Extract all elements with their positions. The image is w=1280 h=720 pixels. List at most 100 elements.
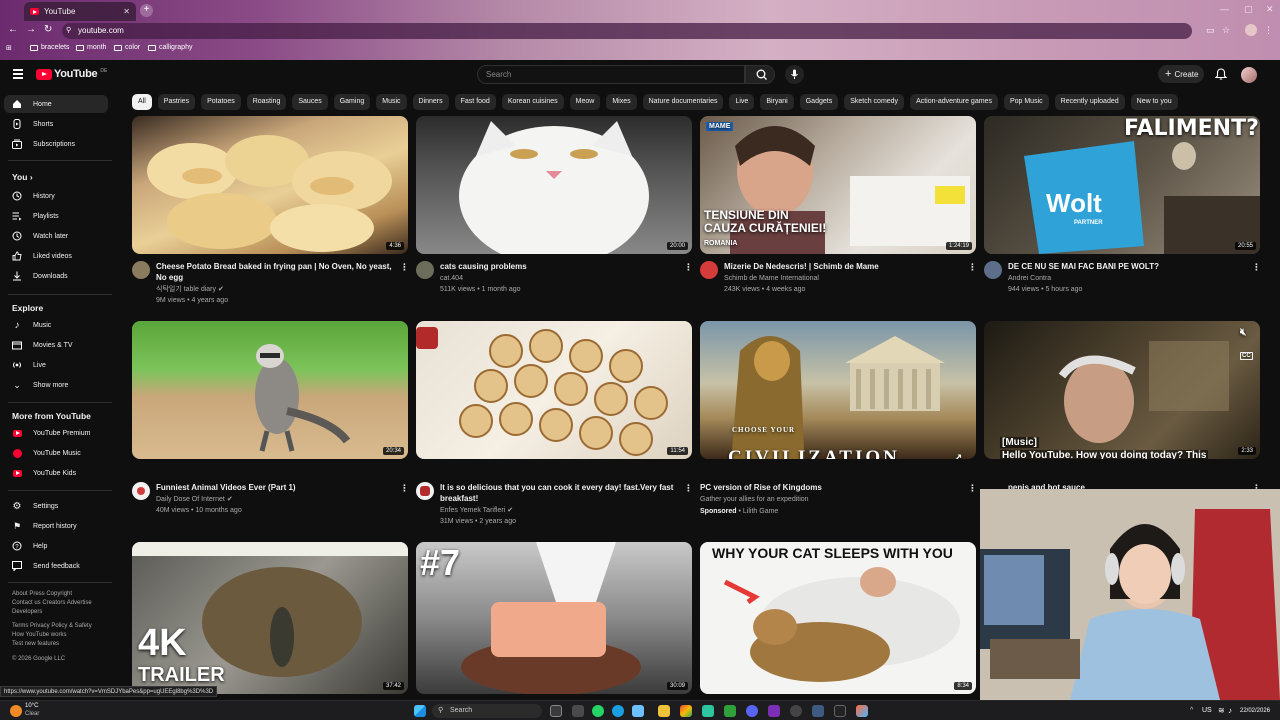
terminal-icon[interactable] (834, 705, 846, 717)
sidebar-item-liked[interactable]: Liked videos (4, 247, 108, 265)
new-tab-button[interactable]: + (140, 4, 153, 17)
video-thumbnail[interactable]: 4K TRAILER 37:42 (132, 542, 408, 694)
bookmark-color[interactable]: color (114, 44, 140, 51)
menu-icon[interactable] (13, 69, 23, 79)
notifications-bell-icon[interactable] (1214, 67, 1228, 81)
bookmark-bracelets[interactable]: bracelets (30, 44, 69, 51)
video-title[interactable]: cats causing problems (440, 261, 676, 272)
sidebar-item-shorts[interactable]: Shorts (4, 115, 108, 133)
filter-chip[interactable]: Meow (569, 94, 601, 110)
apps-grid-icon[interactable]: ⊞ (6, 44, 12, 52)
channel-name[interactable]: Daily Dose Of Internet ✔ (156, 494, 392, 505)
channel-name[interactable]: 식탁일기 table diary ✔ (156, 284, 392, 295)
filter-chip[interactable]: Gadgets (799, 94, 839, 110)
clock-date[interactable]: 22/02/2026 (1240, 708, 1270, 714)
more-options-icon[interactable]: ⋮ (684, 483, 693, 494)
wifi-icon[interactable]: ≋ (1218, 706, 1225, 715)
url-field[interactable]: ⚲ youtube.com (62, 23, 1192, 39)
video-title[interactable]: Funniest Animal Videos Ever (Part 1) (156, 482, 392, 493)
bookmark-star-icon[interactable]: ☆ (1222, 25, 1230, 36)
ad-title[interactable]: PC version of Rise of Kingdoms (700, 482, 936, 493)
forward-icon[interactable]: → (26, 24, 36, 35)
sidebar-item-history[interactable]: History (4, 187, 108, 205)
sidebar-item-report-history[interactable]: ⚑ Report history (4, 517, 108, 535)
create-button[interactable]: + Create (1158, 65, 1204, 83)
volume-icon[interactable]: ♪ (1228, 706, 1232, 715)
sidebar-item-feedback[interactable]: Send feedback (4, 557, 108, 575)
minimize-icon[interactable]: — (1220, 4, 1229, 14)
edge-icon[interactable] (612, 705, 624, 717)
external-link-icon[interactable]: ↗ (954, 453, 962, 459)
filter-chip[interactable]: Sauces (292, 94, 328, 110)
browser-profile-avatar[interactable] (1245, 24, 1257, 36)
more-options-icon[interactable]: ⋮ (968, 262, 977, 273)
chrome-icon[interactable] (680, 705, 692, 717)
more-options-icon[interactable]: ⋮ (400, 262, 409, 273)
video-preview-player[interactable]: 🔇︎ CC [Music] Hello YouTube. How you doi… (984, 321, 1260, 459)
steam-icon[interactable] (812, 705, 824, 717)
xbox-icon[interactable] (724, 705, 736, 717)
search-button[interactable] (745, 65, 775, 84)
filter-chip[interactable]: Korean cuisines (501, 94, 564, 110)
bookmark-month[interactable]: month (76, 44, 106, 51)
app-icon[interactable] (856, 705, 868, 717)
taskbar-search-box[interactable]: ⚲ Search (432, 704, 542, 718)
sidebar-you-heading[interactable]: You › (12, 172, 33, 182)
filter-chip[interactable]: Music (376, 94, 407, 110)
filter-chip[interactable]: Action-adventure games (910, 94, 998, 110)
video-thumbnail[interactable]: #7 30:09 (416, 542, 692, 694)
sidebar-item-yt-kids[interactable]: YouTube Kids (4, 464, 108, 482)
sidebar-item-premium[interactable]: YouTube Premium (4, 424, 108, 442)
video-title[interactable]: DE CE NU SE MAI FAC BANI PE WOLT? (1008, 261, 1244, 272)
widgets-icon[interactable] (572, 705, 584, 717)
filter-chip[interactable]: Live (729, 94, 755, 110)
filter-chip[interactable]: Potatoes (201, 94, 241, 110)
mute-icon[interactable]: 🔇︎ (1240, 327, 1246, 338)
sidebar-item-live[interactable]: Live (4, 356, 108, 374)
closed-captions-icon[interactable]: CC (1240, 352, 1253, 360)
filter-chip[interactable]: Fast food (454, 94, 496, 110)
back-icon[interactable]: ← (8, 24, 18, 35)
channel-avatar[interactable] (132, 261, 150, 279)
filter-chip[interactable]: All (132, 94, 152, 110)
task-view-icon[interactable] (550, 705, 562, 717)
video-title[interactable]: Cheese Potato Bread baked in frying pan … (156, 261, 392, 283)
sidebar-item-movies[interactable]: Movies & TV (4, 336, 108, 354)
channel-avatar[interactable] (132, 482, 150, 500)
close-window-icon[interactable]: ✕ (1266, 4, 1274, 15)
video-thumbnail[interactable]: 4:36 (132, 116, 408, 254)
filter-chip[interactable]: Pastries (157, 94, 196, 110)
channel-name[interactable]: Schimb de Mame International (724, 273, 960, 284)
cast-icon[interactable]: ▭ (1206, 25, 1215, 36)
sidebar-item-downloads[interactable]: Downloads (4, 267, 108, 285)
search-input[interactable]: Search (477, 65, 745, 84)
channel-name[interactable]: cat.404 (440, 273, 676, 284)
filter-chip[interactable]: Recently uploaded (1054, 94, 1125, 110)
video-thumbnail[interactable]: 11:54 (416, 321, 692, 459)
sidebar-item-settings[interactable]: ⚙ Settings (4, 497, 108, 515)
photos-icon[interactable] (632, 705, 644, 717)
app-icon[interactable] (768, 705, 780, 717)
maximize-icon[interactable]: ▢ (1244, 4, 1253, 15)
windows-start-icon[interactable] (414, 705, 426, 717)
filter-chip[interactable]: Mixes (606, 94, 637, 110)
file-explorer-icon[interactable] (658, 705, 670, 717)
sidebar-item-playlists[interactable]: Playlists (4, 207, 108, 225)
more-options-icon[interactable]: ⋮ (400, 483, 409, 494)
filter-chip[interactable]: Dinners (412, 94, 449, 110)
filter-chip[interactable]: Pop Music (1003, 94, 1049, 110)
filter-chip[interactable]: Sketch comedy (844, 94, 905, 110)
video-thumbnail[interactable]: 20:34 (132, 321, 408, 459)
video-thumbnail[interactable]: FALIMENT? Wolt PARTNER 20:55 (984, 116, 1260, 254)
channel-avatar[interactable] (700, 261, 718, 279)
video-thumbnail[interactable]: CHOOSE YOUR CIVILIZATION ↗ (700, 321, 976, 459)
account-avatar[interactable] (1241, 67, 1257, 83)
browser-menu-icon[interactable]: ⋮ (1264, 25, 1273, 36)
browser-tab-youtube[interactable]: YouTube ✕ (24, 2, 136, 21)
close-tab-icon[interactable]: ✕ (123, 7, 130, 16)
more-options-icon[interactable]: ⋮ (1252, 262, 1261, 273)
weather-icon[interactable] (10, 705, 22, 717)
more-options-icon[interactable]: ⋮ (684, 262, 693, 273)
video-title[interactable]: It is so delicious that you can cook it … (440, 482, 676, 504)
voice-search-button[interactable] (785, 65, 804, 84)
